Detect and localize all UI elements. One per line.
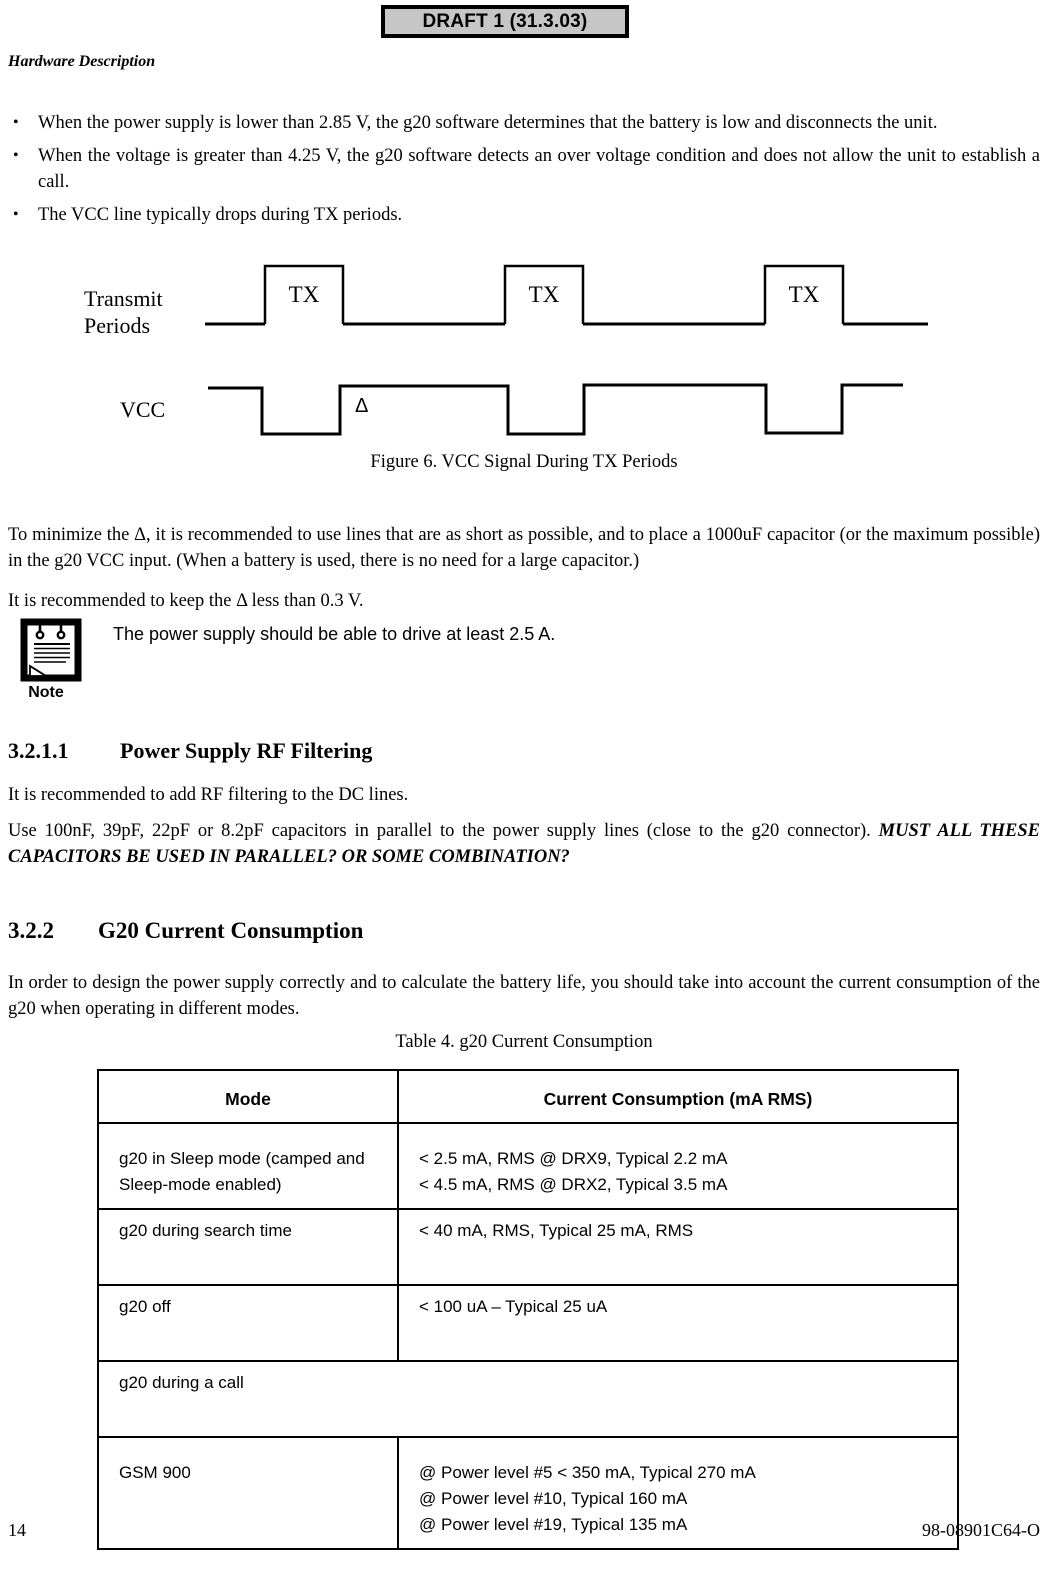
list-item: • When the voltage is greater than 4.25 … <box>8 143 1040 195</box>
table-cell-value-line1: @ Power level #5 < 350 mA, Typical 270 m… <box>419 1463 756 1482</box>
table-cell-value-line1: < 40 mA, RMS, Typical 25 mA, RMS <box>419 1221 694 1240</box>
running-header: Hardware Description <box>8 53 156 70</box>
table-cell-mode-line1: g20 during a call <box>119 1373 244 1392</box>
bullet-section: • When the power supply is lower than 2.… <box>8 110 1040 235</box>
table-cell-mode: g20 during search time <box>97 1208 399 1286</box>
bullet-list: • When the power supply is lower than 2.… <box>8 110 1040 228</box>
table-cell-value-line1: < 2.5 mA, RMS @ DRX9, Typical 2.2 mA <box>419 1149 728 1168</box>
tx-box-label-2: TX <box>529 282 560 307</box>
document-page: DRAFT 1 (31.3.03) Hardware Description •… <box>0 0 1048 1570</box>
heading-number: 3.2.2 <box>8 918 54 943</box>
heading-power-supply-rf-filtering: 3.2.1.1 Power Supply RF Filtering <box>8 738 372 764</box>
page-footer: 14 98-08901C64-O <box>0 1520 1048 1550</box>
paragraph-rf-filtering-body: Use 100nF, 39pF, 22pF or 8.2pF capacitor… <box>8 818 1040 870</box>
paragraph-minimize-delta: To minimize the Δ, it is recommended to … <box>8 525 1040 571</box>
footer-document-id: 98-08901C64-O <box>922 1520 1040 1540</box>
figure-vcc-tx-waveform: Transmit Periods VCC TX TX TX Δ Figure 6… <box>0 252 1048 482</box>
table-header-mode: Mode <box>97 1069 399 1124</box>
current-consumption-table: Mode Current Consumption (mA RMS) g20 in… <box>97 1069 959 1550</box>
heading-title: G20 Current Consumption <box>98 918 364 943</box>
table-caption: Table 4. g20 Current Consumption <box>395 1032 653 1052</box>
table-row: g20 during search time < 40 mA, RMS, Typ… <box>97 1208 959 1286</box>
footer-page-number: 14 <box>8 1520 26 1540</box>
table-cell-value-line2: @ Power level #10, Typical 160 mA <box>419 1489 688 1508</box>
heading-number: 3.2.1.1 <box>8 738 69 763</box>
bullet-marker-icon: • <box>13 114 19 131</box>
list-item: • The VCC line typically drops during TX… <box>8 202 1040 228</box>
table-cell-value: < 2.5 mA, RMS @ DRX9, Typical 2.2 mA < 4… <box>397 1122 959 1210</box>
table-cell-value-line2: < 4.5 mA, RMS @ DRX2, Typical 3.5 mA <box>419 1175 728 1194</box>
note-label: Note <box>28 684 64 701</box>
heading-g20-current-consumption: 3.2.2 G20 Current Consumption <box>8 918 363 944</box>
list-item-text: The VCC line typically drops during TX p… <box>38 205 403 225</box>
table-row: g20 off < 100 uA – Typical 25 uA <box>97 1284 959 1362</box>
bullet-marker-icon: • <box>13 147 19 164</box>
table-header-row: Mode Current Consumption (mA RMS) <box>97 1069 959 1124</box>
table-cell-mode-line2: Sleep-mode enabled) <box>119 1175 282 1194</box>
table-cell-mode-line1: g20 in Sleep mode (camped and <box>119 1149 365 1168</box>
rf-filtering-body-normal: Use 100nF, 39pF, 22pF or 8.2pF capacitor… <box>8 821 879 841</box>
heading-title: Power Supply RF Filtering <box>120 738 373 763</box>
table-cell-mode-line1: g20 off <box>119 1297 171 1316</box>
table-cell-mode-line1: g20 during search time <box>119 1221 292 1240</box>
figure-caption: Figure 6. VCC Signal During TX Periods <box>370 452 678 472</box>
vcc-delta-label: Δ <box>355 395 368 417</box>
table-row: g20 in Sleep mode (camped and Sleep-mode… <box>97 1122 959 1210</box>
table-cell-value: < 100 uA – Typical 25 uA <box>397 1284 959 1362</box>
paragraph-keep-delta: It is recommended to keep the Δ less tha… <box>8 591 364 611</box>
table-row: g20 during a call <box>97 1360 959 1438</box>
waveform-plot: TX TX TX Δ <box>205 264 928 436</box>
table-cell-mode-fullwidth: g20 during a call <box>97 1360 959 1438</box>
table-header-current-consumption: Current Consumption (mA RMS) <box>397 1069 959 1124</box>
draft-banner-label: DRAFT 1 (31.3.03) <box>422 10 588 32</box>
bullet-marker-icon: • <box>13 206 19 223</box>
vcc-trace <box>208 383 903 436</box>
table-cell-value: < 40 mA, RMS, Typical 25 mA, RMS <box>397 1208 959 1286</box>
paragraph-current-consumption-intro: In order to design the power supply corr… <box>8 973 1040 1019</box>
table-cell-mode: g20 in Sleep mode (camped and Sleep-mode… <box>97 1122 399 1210</box>
table-cell-mode-line1: GSM 900 <box>119 1463 191 1482</box>
note-text: The power supply should be able to drive… <box>113 624 556 644</box>
note-callout: Note The power supply should be able to … <box>8 618 1040 713</box>
table-cell-value-line1: < 100 uA – Typical 25 uA <box>419 1297 608 1316</box>
list-item-text: When the voltage is greater than 4.25 V,… <box>38 146 1040 192</box>
tx-box-label-3: TX <box>789 282 820 307</box>
paragraph-rf-filtering-intro: It is recommended to add RF filtering to… <box>8 785 409 805</box>
draft-status-banner: DRAFT 1 (31.3.03) <box>381 5 629 38</box>
table-cell-mode: g20 off <box>97 1284 399 1362</box>
list-item-text: When the power supply is lower than 2.85… <box>38 113 938 133</box>
list-item: • When the power supply is lower than 2.… <box>8 110 1040 136</box>
tx-box-label-1: TX <box>289 282 320 307</box>
